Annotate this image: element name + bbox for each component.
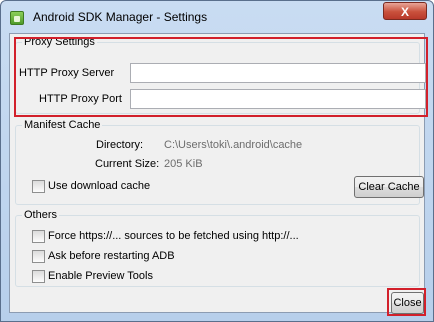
ask-restart-adb-checkbox[interactable]: [32, 250, 45, 263]
close-button-highlight: [387, 288, 426, 316]
clear-cache-button[interactable]: Clear Cache: [354, 176, 424, 198]
enable-preview-tools-label[interactable]: Enable Preview Tools: [48, 270, 153, 282]
directory-value: C:\Users\toki\.android\cache: [164, 139, 303, 151]
use-download-cache-label[interactable]: Use download cache: [48, 180, 150, 192]
window-title: Android SDK Manager - Settings: [33, 10, 208, 24]
current-size-value: 205 KiB: [164, 158, 203, 170]
current-size-label: Current Size:: [95, 158, 160, 170]
manifest-cache-title: Manifest Cache: [22, 119, 103, 131]
use-download-cache-checkbox[interactable]: [32, 180, 45, 193]
dialog-client-area: Proxy Settings HTTP Proxy Server HTTP Pr…: [9, 33, 428, 316]
force-http-label[interactable]: Force https://... sources to be fetched …: [48, 230, 299, 242]
proxy-settings-highlight: [14, 37, 428, 117]
settings-window: Android SDK Manager - Settings X Proxy S…: [0, 0, 434, 322]
others-title: Others: [22, 209, 60, 221]
ask-restart-adb-label[interactable]: Ask before restarting ADB: [48, 250, 175, 262]
force-http-checkbox[interactable]: [32, 230, 45, 243]
enable-preview-tools-checkbox[interactable]: [32, 270, 45, 283]
directory-label: Directory:: [96, 139, 144, 151]
window-close-button[interactable]: X: [383, 2, 427, 20]
android-sdk-icon: [10, 11, 24, 25]
title-bar[interactable]: Android SDK Manager - Settings X: [1, 1, 433, 33]
